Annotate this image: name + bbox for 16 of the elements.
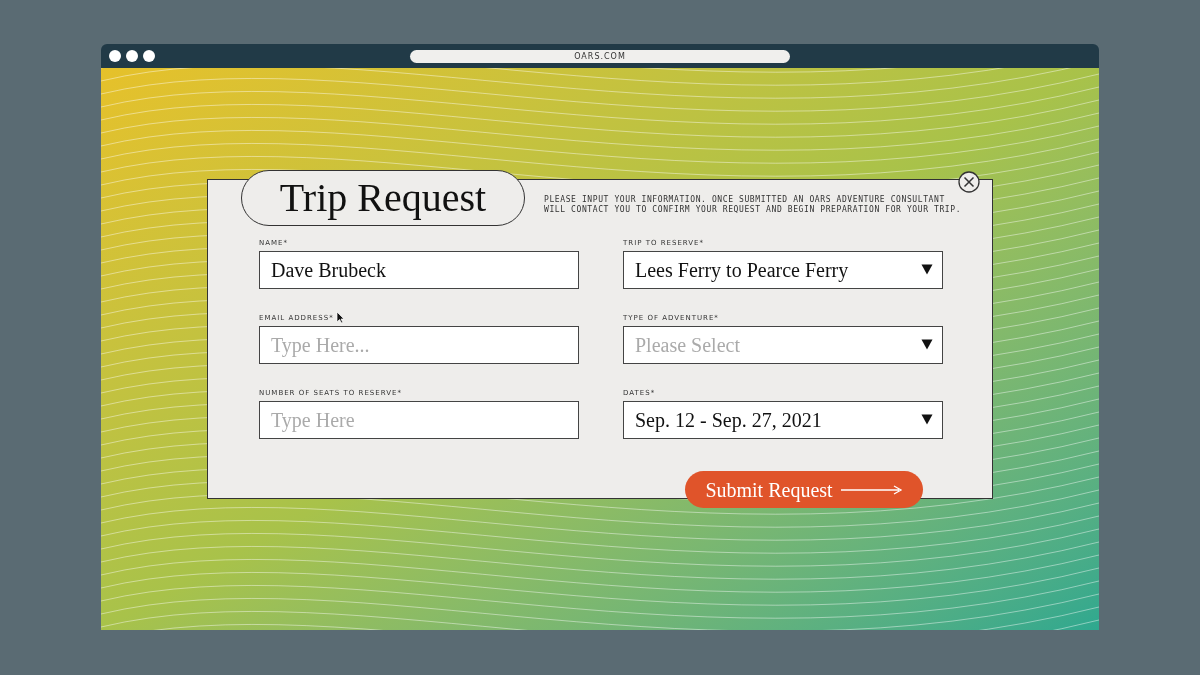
close-icon[interactable]: [958, 171, 980, 193]
caret-icon: [921, 339, 933, 350]
address-bar[interactable]: OARS.COM: [410, 50, 790, 63]
select-field[interactable]: Lees Ferry to Pearce Ferry: [623, 251, 943, 289]
select-field[interactable]: Please Select: [623, 326, 943, 364]
select-field[interactable]: Sep. 12 - Sep. 27, 2021: [623, 401, 943, 439]
input-field[interactable]: Type Here: [259, 401, 579, 439]
cursor-icon: [336, 311, 345, 324]
input-field[interactable]: Type Here...: [259, 326, 579, 364]
caret-icon: [921, 264, 933, 275]
arrow-icon: [840, 484, 903, 495]
description-text: PLEASE INPUT YOUR INFORMATION. ONCE SUBMITTED AN OARS ADVENTURE CONSULTANT WILL CONTACT YOU TO CONFIRM YOUR REQUEST AND BEGIN PREPARATION FOR YOUR TRIP.: [544, 195, 962, 215]
submit-button[interactable]: Submit Request: [685, 471, 923, 508]
caret-icon: [921, 414, 933, 425]
input-field[interactable]: Dave Brubeck: [259, 251, 579, 289]
form-title: Trip Request: [241, 170, 525, 226]
